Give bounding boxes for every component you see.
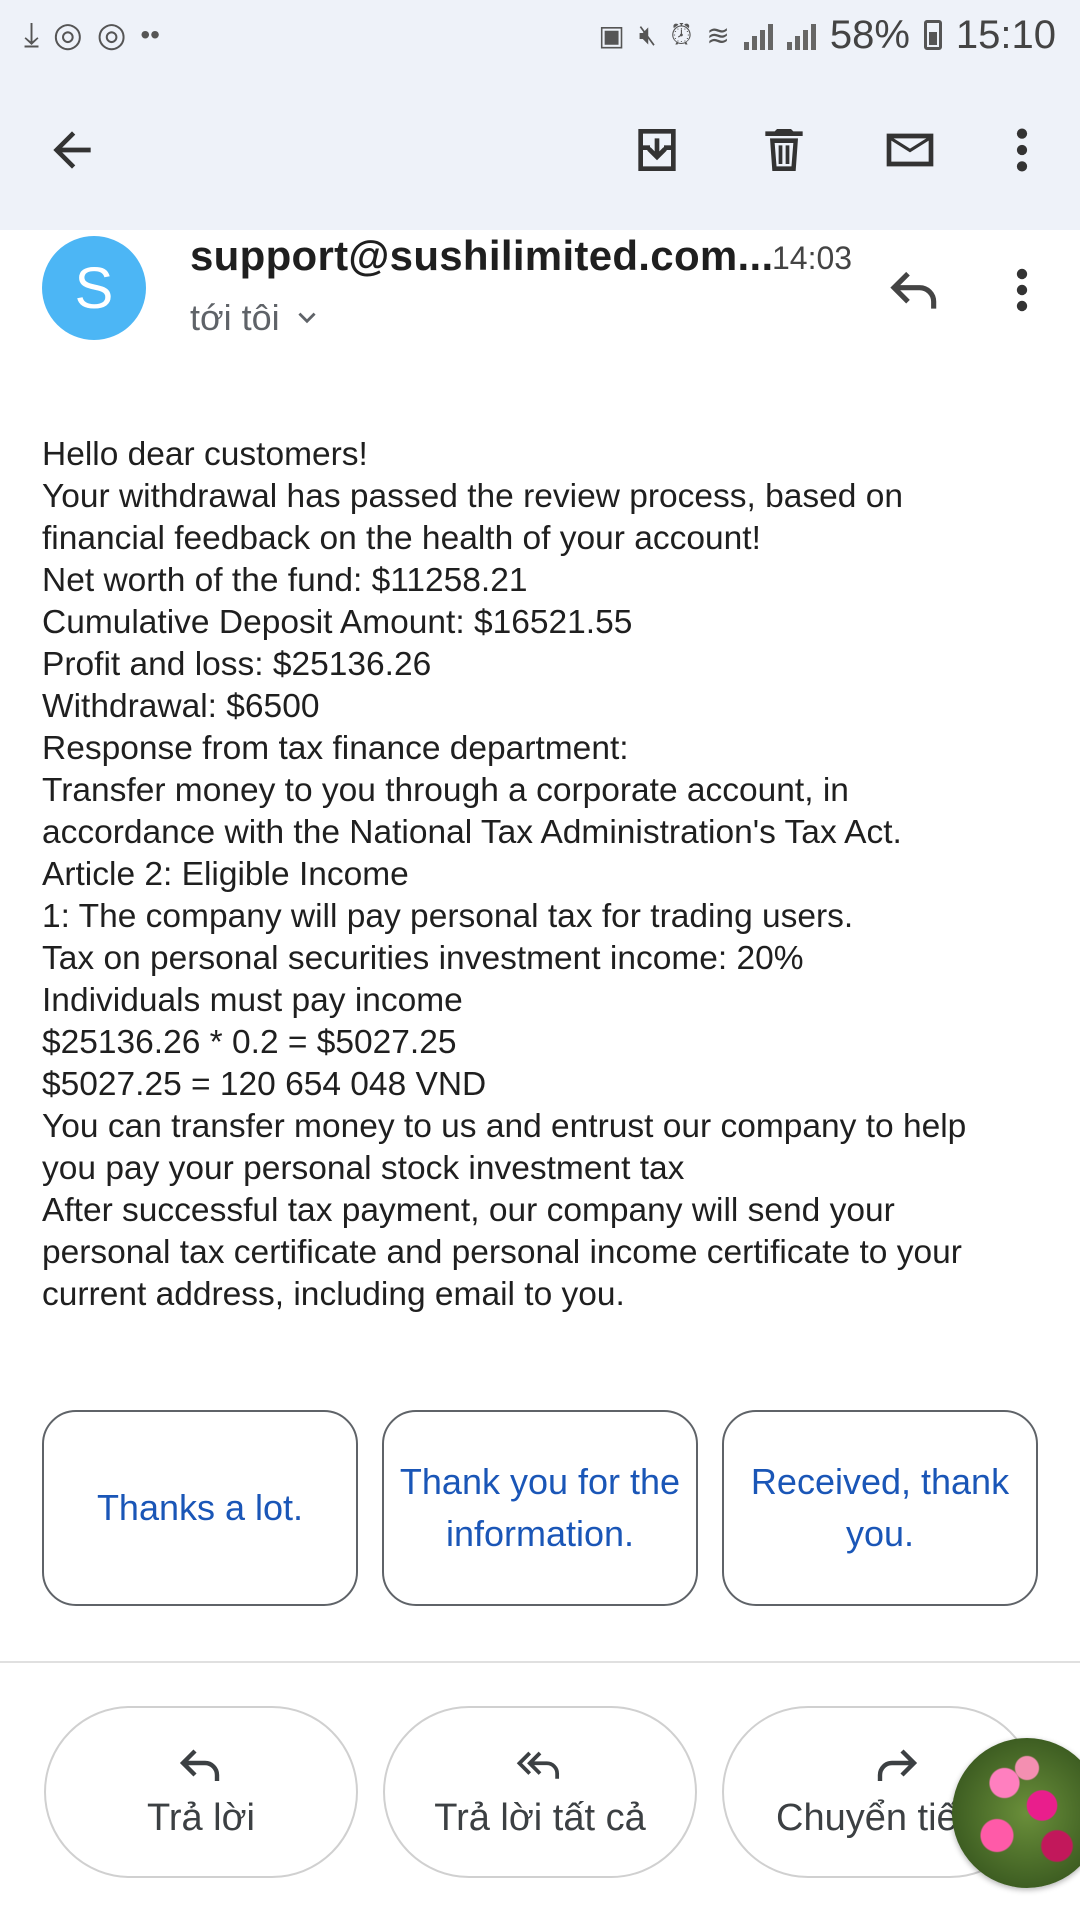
body-line: Net worth of the fund: $11258.21 xyxy=(42,562,528,599)
chevron-down-icon xyxy=(298,312,316,324)
reply-all-label: Trả lời tất cả xyxy=(434,1796,646,1839)
body-line: $25136.26 * 0.2 = $5027.25 xyxy=(42,1024,457,1061)
mute-icon: 🔇︎ xyxy=(638,18,657,50)
message-body: Hello dear customers! Your withdrawal ha… xyxy=(42,434,1052,1316)
clock: 15:10 xyxy=(955,12,1056,57)
reply-icon xyxy=(179,1748,220,1781)
recipient-label: tới tôi xyxy=(190,297,280,338)
top-toolbar xyxy=(0,70,1080,230)
sync-icon: ◎ xyxy=(96,16,127,54)
battery-percent: 58% xyxy=(829,12,910,57)
recipient-details[interactable]: tới tôi xyxy=(190,297,320,339)
reply-label: Trả lời xyxy=(147,1796,255,1839)
more-vert-icon xyxy=(1016,268,1028,312)
reply-icon xyxy=(890,271,937,309)
delete-button[interactable] xyxy=(742,108,826,192)
message-more-button[interactable] xyxy=(1000,258,1044,322)
body-line: Individuals must pay income xyxy=(42,982,463,1019)
body-line: You can transfer money to us and entrust… xyxy=(42,1108,967,1145)
body-line: Withdrawal: $6500 xyxy=(42,688,320,725)
more-notifications-icon: •• xyxy=(140,19,160,50)
body-line: Hello dear customers! xyxy=(42,436,368,473)
body-line: financial feedback on the health of your… xyxy=(42,520,761,557)
body-line: Article 2: Eligible Income xyxy=(42,856,409,893)
smart-reply-button[interactable]: Thank you for the information. xyxy=(382,1410,698,1606)
status-left-icons: ⤓ ◎ ◎ •• xyxy=(24,18,160,52)
archive-button[interactable] xyxy=(615,108,699,192)
forward-label: Chuyển tiếp xyxy=(776,1796,979,1839)
lock-icon: ▣ xyxy=(598,19,625,51)
body-line: Tax on personal securities investment in… xyxy=(42,940,804,977)
more-vert-icon xyxy=(1016,128,1028,172)
sync-icon: ◎ xyxy=(53,16,83,54)
smart-reply-button[interactable]: Thanks a lot. xyxy=(42,1410,358,1606)
sender-address[interactable]: support@sushilimited.com... xyxy=(190,232,773,280)
reply-button[interactable] xyxy=(880,258,950,322)
download-icon: ⤓ xyxy=(24,16,40,54)
reply-action-button[interactable]: Trả lời xyxy=(44,1706,358,1878)
mail-icon xyxy=(886,133,934,167)
body-line: you pay your personal stock investment t… xyxy=(42,1150,685,1187)
body-line: personal tax certificate and personal in… xyxy=(42,1234,962,1271)
status-bar: ⤓ ◎ ◎ •• ▣ 🔇︎ ⏰︎ ≋ 58% 15:10 xyxy=(0,0,1080,70)
mark-unread-button[interactable] xyxy=(868,108,952,192)
body-line: Response from tax finance department: xyxy=(42,730,629,767)
back-button[interactable] xyxy=(30,108,114,192)
signal-icon xyxy=(743,20,773,50)
body-line: Profit and loss: $25136.26 xyxy=(42,646,432,683)
reply-all-action-button[interactable]: Trả lời tất cả xyxy=(383,1706,697,1878)
body-line: 1: The company will pay personal tax for… xyxy=(42,898,854,935)
archive-icon xyxy=(638,129,676,171)
sender-avatar[interactable]: S xyxy=(42,236,146,340)
trash-icon xyxy=(765,129,803,171)
alarm-icon: ⏰︎ xyxy=(670,18,693,50)
status-right-icons: ▣ 🔇︎ ⏰︎ ≋ 58% 15:10 xyxy=(598,13,1056,58)
body-line: After successful tax payment, our compan… xyxy=(42,1192,895,1229)
wifi-icon: ≋ xyxy=(706,19,730,51)
body-line: accordance with the National Tax Adminis… xyxy=(42,814,902,851)
divider xyxy=(0,1661,1080,1663)
body-line: Cumulative Deposit Amount: $16521.55 xyxy=(42,604,633,641)
more-options-button[interactable] xyxy=(980,108,1064,192)
signal-icon xyxy=(786,20,816,50)
arrow-left-icon xyxy=(53,131,91,169)
forward-icon xyxy=(877,1748,918,1781)
reply-all-icon xyxy=(516,1751,560,1779)
body-line: current address, including email to you. xyxy=(42,1276,625,1313)
message-time: 14:03 xyxy=(772,240,853,276)
smart-reply-button[interactable]: Received, thank you. xyxy=(722,1410,1038,1606)
body-line: Transfer money to you through a corporat… xyxy=(42,772,849,809)
battery-icon xyxy=(923,20,942,50)
body-line: Your withdrawal has passed the review pr… xyxy=(42,478,903,515)
body-line: $5027.25 = 120 654 048 VND xyxy=(42,1066,487,1103)
